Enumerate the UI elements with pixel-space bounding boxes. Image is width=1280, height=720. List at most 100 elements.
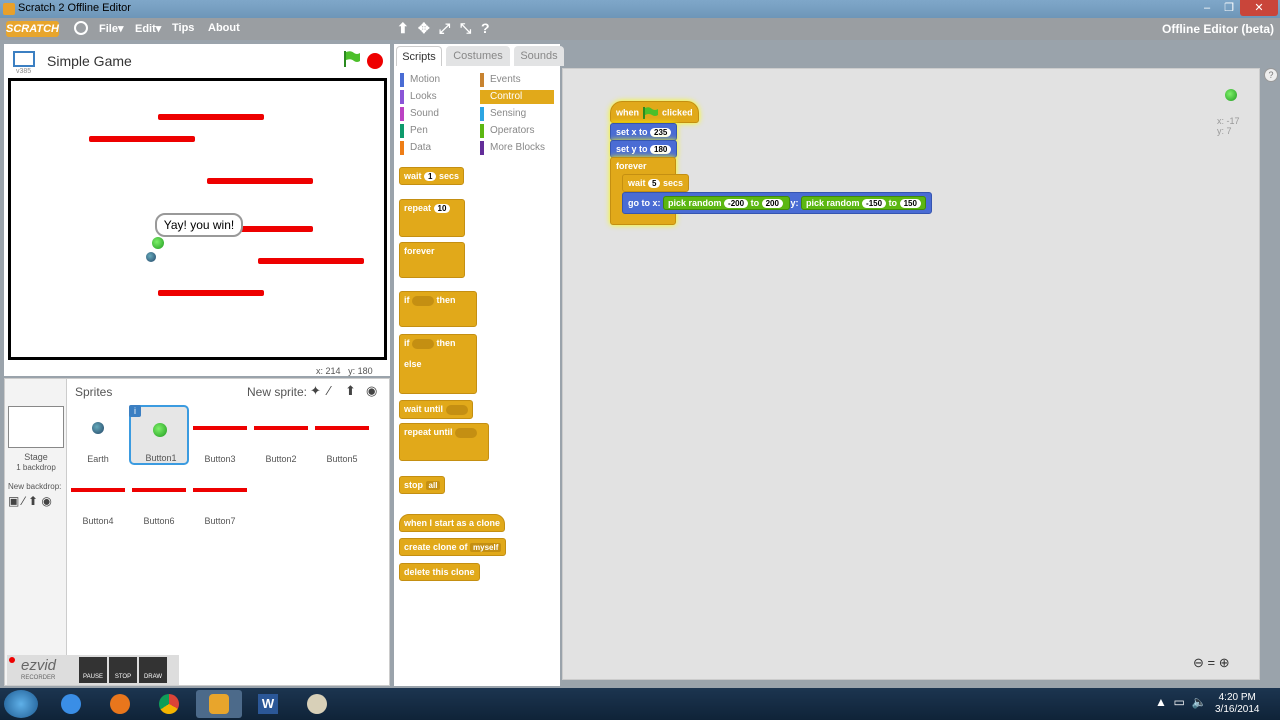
set-y-block[interactable]: set y to 180 xyxy=(610,140,678,158)
repeat-block[interactable]: repeat 10 xyxy=(399,199,465,237)
sprite-tile-button6[interactable]: Button6 xyxy=(129,468,189,528)
pick-random-x[interactable]: pick random -200 to 200 xyxy=(663,196,791,210)
category-sensing[interactable]: Sensing xyxy=(480,107,526,121)
file-menu[interactable]: File▾ xyxy=(99,22,123,35)
backdrop-tools[interactable]: ▣ ⁄ ⬆ ◉ xyxy=(8,494,52,508)
sprite-tile-earth[interactable]: Earth xyxy=(68,406,128,466)
draw-button[interactable]: DRAW xyxy=(139,657,167,683)
pick-random-y[interactable]: pick random -150 to 150 xyxy=(801,196,926,210)
stop-button[interactable] xyxy=(367,53,383,69)
when-flag-clicked-hat[interactable]: when clicked xyxy=(610,101,699,123)
sprite-name: Button2 xyxy=(265,454,297,464)
start-button[interactable] xyxy=(4,690,38,718)
mouse-coordinates: x: 214 y: 180 xyxy=(316,366,373,376)
tab-scripts[interactable]: Scripts xyxy=(396,46,442,66)
language-globe-icon[interactable] xyxy=(74,21,88,35)
green-flag-icon xyxy=(642,107,658,119)
close-button[interactable]: ✕ xyxy=(1240,0,1278,16)
word-taskbar-icon[interactable]: W xyxy=(245,690,291,718)
clone-start-hat-block[interactable]: when I start as a clone xyxy=(399,514,506,532)
green-flag-icon[interactable] xyxy=(342,50,362,68)
if-then-block[interactable]: if then xyxy=(399,291,477,327)
delete-tool-icon[interactable]: ✥ xyxy=(418,20,430,37)
delete-clone-block[interactable]: delete this clone xyxy=(399,563,480,581)
stop-record-button[interactable]: STOP xyxy=(109,657,137,683)
grow-tool-icon[interactable]: ⤢ xyxy=(439,20,450,37)
category-motion[interactable]: Motion xyxy=(400,73,440,87)
sprite-name: Button3 xyxy=(204,454,236,464)
wait-block[interactable]: wait 1 secs xyxy=(399,167,465,185)
pause-button[interactable]: PAUSE xyxy=(79,657,107,683)
minimize-button[interactable]: – xyxy=(1196,0,1218,16)
ezvid-recorder-widget: ezvid RECORDER PAUSE STOP DRAW xyxy=(7,655,179,685)
earth-thumbnail xyxy=(92,422,104,434)
tab-sounds[interactable]: Sounds xyxy=(514,46,564,66)
category-pen[interactable]: Pen xyxy=(400,124,428,138)
chrome-taskbar-icon[interactable] xyxy=(146,690,192,718)
sprite-pane: Stage 1 backdrop New backdrop: ▣ ⁄ ⬆ ◉ S… xyxy=(4,378,390,686)
sprite-tile-button4[interactable]: Button4 xyxy=(68,468,128,528)
category-events[interactable]: Events xyxy=(480,73,521,87)
scratch-taskbar-icon[interactable] xyxy=(196,690,242,718)
bar-thumbnail xyxy=(71,488,125,492)
stop-block[interactable]: stop all xyxy=(399,476,446,494)
sprite-tile-button5[interactable]: Button5 xyxy=(312,406,372,466)
paint-taskbar-icon[interactable] xyxy=(294,690,340,718)
wait-block[interactable]: wait 5 secs xyxy=(622,174,690,192)
wait-until-block[interactable]: wait until xyxy=(399,400,473,419)
go-to-xy-block[interactable]: go to x: pick random -200 to 200 y: pick… xyxy=(622,192,932,214)
zoom-controls: ⊖ = ⊕ xyxy=(1193,655,1230,671)
earth-sprite[interactable] xyxy=(146,252,156,262)
zoom-reset-icon[interactable]: = xyxy=(1208,655,1216,670)
platform-bar xyxy=(89,136,195,142)
firefox-taskbar-icon[interactable] xyxy=(97,690,143,718)
camera-sprite-icon[interactable]: ◉ xyxy=(366,383,377,399)
version-label: v385 xyxy=(16,68,32,75)
repeat-until-block[interactable]: repeat until xyxy=(399,423,489,461)
maximize-button[interactable]: ❐ xyxy=(1218,0,1240,16)
sprite-tile-button2[interactable]: Button2 xyxy=(251,406,311,466)
sprite-tile-button3[interactable]: Button3 xyxy=(190,406,250,466)
shrink-tool-icon[interactable]: ⤡ xyxy=(460,20,471,37)
zoom-out-icon[interactable]: ⊖ xyxy=(1193,655,1204,670)
fullscreen-icon[interactable] xyxy=(13,51,35,67)
stage-thumbnail[interactable] xyxy=(8,406,64,448)
category-looks[interactable]: Looks xyxy=(400,90,437,104)
category-sound[interactable]: Sound xyxy=(400,107,439,121)
edit-menu[interactable]: Edit▾ xyxy=(135,22,161,35)
sprite-library-icon[interactable]: ✦ xyxy=(310,383,321,399)
project-title[interactable]: Simple Game xyxy=(47,53,132,69)
about-menu[interactable]: About xyxy=(208,22,240,34)
scratch-logo[interactable]: SCRATCH xyxy=(6,21,59,37)
stage-label: Stage xyxy=(24,452,48,462)
category-control[interactable]: Control xyxy=(480,90,554,104)
scripts-area[interactable]: when clicked set x to 235 set y to 180 f… xyxy=(562,68,1260,680)
create-clone-block[interactable]: create clone of myself xyxy=(399,538,507,556)
forever-block[interactable]: forever xyxy=(399,242,465,278)
category-operators[interactable]: Operators xyxy=(480,124,534,138)
zoom-in-icon[interactable]: ⊕ xyxy=(1219,655,1230,670)
info-icon[interactable]: i xyxy=(129,405,141,417)
stage-canvas[interactable]: Yay! you win! xyxy=(8,78,387,360)
system-tray-icons[interactable]: ▲ ▭ 🔈 xyxy=(1155,695,1207,709)
paint-sprite-icon[interactable]: ⁄ xyxy=(328,383,330,398)
duplicate-tool-icon[interactable]: ⬆ xyxy=(397,20,409,37)
tips-menu[interactable]: Tips xyxy=(172,22,194,34)
upload-sprite-icon[interactable]: ⬆ xyxy=(345,383,356,399)
tab-costumes[interactable]: Costumes xyxy=(446,46,510,66)
if-else-block[interactable]: if then else xyxy=(399,334,477,394)
help-icon[interactable]: ? xyxy=(1264,68,1278,82)
sprite-tile-button7[interactable]: Button7 xyxy=(190,468,250,528)
category-more-blocks[interactable]: More Blocks xyxy=(480,141,545,155)
set-x-block[interactable]: set x to 235 xyxy=(610,123,678,141)
windows-taskbar: W ▲ ▭ 🔈 4:20 PM 3/16/2014 xyxy=(0,688,1280,720)
block-help-icon[interactable]: ? xyxy=(481,20,490,36)
record-dot-icon xyxy=(9,657,15,663)
taskbar-clock[interactable]: 4:20 PM 3/16/2014 xyxy=(1215,692,1260,716)
ezvid-sub: RECORDER xyxy=(21,675,56,681)
button1-sprite[interactable] xyxy=(152,237,164,249)
ie-taskbar-icon[interactable] xyxy=(48,690,94,718)
sprite-tile-button1[interactable]: i Button1 xyxy=(129,405,189,465)
category-data[interactable]: Data xyxy=(400,141,431,155)
bar-thumbnail xyxy=(132,488,186,492)
